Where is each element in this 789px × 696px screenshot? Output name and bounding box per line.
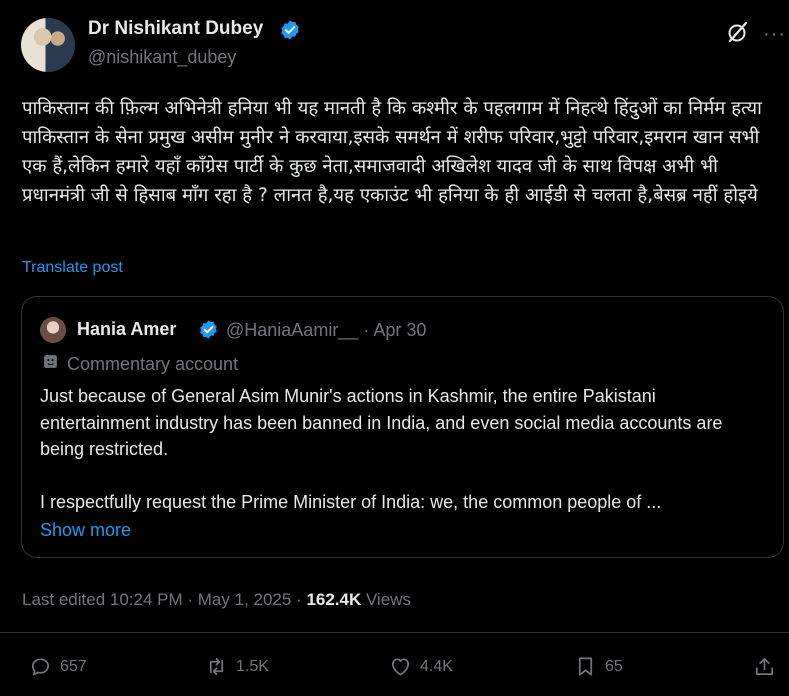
post-meta: Last edited 10:24 PM · May 1, 2025 · 162… xyxy=(22,590,411,610)
divider xyxy=(0,632,789,633)
reply-icon xyxy=(31,658,50,676)
repost-button[interactable]: 1.5K xyxy=(205,655,269,678)
author-avatar[interactable] xyxy=(21,18,75,72)
quoted-post-text: Just because of General Asim Munir's act… xyxy=(40,383,770,516)
like-count: 4.4K xyxy=(420,657,453,675)
show-more-link[interactable]: Show more xyxy=(40,520,131,541)
share-button[interactable] xyxy=(753,655,776,678)
views-count: 162.4K xyxy=(306,590,362,609)
commentary-account-label: Commentary account xyxy=(67,354,239,374)
bookmark-icon xyxy=(578,657,593,676)
theater-masks-icon xyxy=(44,355,57,368)
quoted-post[interactable]: Hania Amer @HaniaAamir__ · Apr 30 Commen… xyxy=(21,296,784,558)
reply-button[interactable]: 657 xyxy=(29,655,87,678)
share-icon xyxy=(755,657,774,676)
quoted-paragraph: Just because of General Asim Munir's act… xyxy=(40,386,723,459)
bookmark-button[interactable]: 65 xyxy=(574,655,623,678)
grok-icon[interactable] xyxy=(726,20,750,44)
author-handle[interactable]: @nishikant_dubey xyxy=(88,47,236,68)
bookmark-count: 65 xyxy=(605,657,623,675)
repost-count: 1.5K xyxy=(236,657,269,675)
heart-icon xyxy=(391,658,410,676)
quoted-author-name[interactable]: Hania Amer xyxy=(77,319,176,340)
edited-timestamp[interactable]: Last edited 10:24 PM · May 1, 2025 · xyxy=(22,590,306,609)
views-label: Views xyxy=(361,590,412,609)
quoted-handle-date[interactable]: @HaniaAamir__ · Apr 30 xyxy=(226,320,426,341)
reply-count: 657 xyxy=(60,657,87,675)
like-button[interactable]: 4.4K xyxy=(389,655,453,678)
quoted-paragraph: I respectfully request the Prime Ministe… xyxy=(40,492,662,512)
post-text: पाकिस्तान की फ़िल्म अभिनेत्री हनिया भी य… xyxy=(22,98,762,206)
verified-badge-icon xyxy=(281,20,299,40)
author-name[interactable]: Dr Nishikant Dubey xyxy=(88,18,263,40)
more-options-icon[interactable]: ··· xyxy=(763,23,786,46)
verified-badge-icon xyxy=(200,320,217,339)
repost-icon xyxy=(209,657,224,676)
quoted-author-avatar[interactable] xyxy=(40,317,66,343)
translate-post-link[interactable]: Translate post xyxy=(22,259,123,277)
